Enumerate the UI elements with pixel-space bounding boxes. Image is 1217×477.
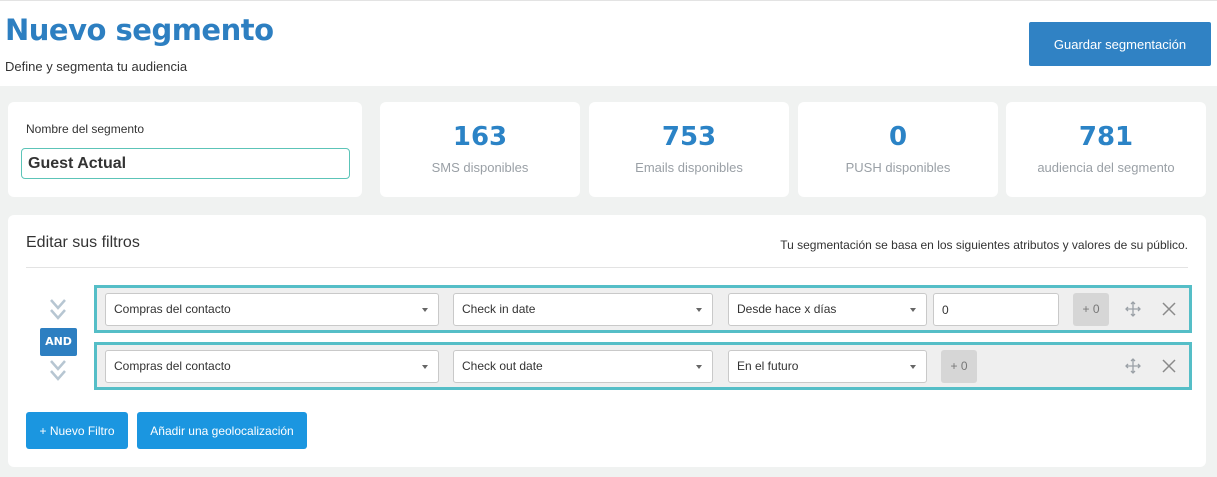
close-icon[interactable] — [1161, 301, 1177, 317]
stat-card-audience: 781 audiencia del segmento — [1006, 102, 1206, 197]
filter-attribute-select[interactable]: Check out date — [453, 350, 713, 383]
segment-name-label: Nombre del segmento — [26, 122, 145, 136]
chevron-down-icon — [50, 299, 66, 320]
and-connector-badge[interactable]: AND — [40, 328, 77, 356]
segment-name-input[interactable] — [21, 148, 350, 179]
page-header: Nuevo segmento Define y segmenta tu audi… — [0, 0, 1217, 86]
filter-operator-select[interactable]: Desde hace x días — [728, 293, 927, 326]
page-title: Nuevo segmento — [5, 13, 274, 47]
stat-card-push: 0 PUSH disponibles — [798, 102, 998, 197]
filter-row: Compras del contacto Check in date Desde… — [94, 285, 1192, 333]
add-geolocation-button[interactable]: Añadir una geolocalización — [137, 412, 307, 449]
select-value: Compras del contacto — [114, 302, 231, 316]
caret-down-icon — [910, 365, 916, 369]
add-condition-button[interactable]: + 0 — [1073, 293, 1109, 326]
page-subtitle: Define y segmenta tu audiencia — [5, 59, 188, 74]
stat-label: Emails disponibles — [635, 160, 743, 175]
select-value: Check in date — [462, 302, 536, 316]
move-icon[interactable] — [1125, 301, 1141, 317]
stat-label: audiencia del segmento — [1037, 160, 1175, 175]
divider — [26, 267, 1188, 268]
new-filter-button[interactable]: + Nuevo Filtro — [26, 412, 128, 449]
stat-label: PUSH disponibles — [845, 160, 951, 175]
stat-value: 163 — [452, 122, 508, 152]
filters-title: Editar sus filtros — [26, 234, 140, 251]
stat-card-sms: 163 SMS disponibles — [380, 102, 580, 197]
caret-down-icon — [910, 308, 916, 312]
caret-down-icon — [696, 365, 702, 369]
stat-value: 753 — [661, 122, 717, 152]
filter-attribute-select[interactable]: Check in date — [453, 293, 713, 326]
select-value: En el futuro — [737, 359, 799, 373]
stat-label: SMS disponibles — [431, 160, 529, 175]
stat-value: 0 — [888, 122, 908, 152]
stat-value: 781 — [1078, 122, 1134, 152]
filter-category-select[interactable]: Compras del contacto — [105, 350, 439, 383]
segment-name-card: Nombre del segmento — [8, 102, 362, 197]
save-segmentation-button[interactable]: Guardar segmentación — [1029, 22, 1211, 66]
filter-operator-select[interactable]: En el futuro — [728, 350, 927, 383]
caret-down-icon — [696, 308, 702, 312]
filter-row: Compras del contacto Check out date En e… — [94, 342, 1192, 390]
caret-down-icon — [422, 308, 428, 312]
caret-down-icon — [422, 365, 428, 369]
select-value: Desde hace x días — [737, 302, 837, 316]
select-value: Compras del contacto — [114, 359, 231, 373]
filters-card: Editar sus filtros Tu segmentación se ba… — [8, 215, 1206, 467]
filters-hint: Tu segmentación se basa en los siguiente… — [780, 238, 1188, 252]
move-icon[interactable] — [1125, 358, 1141, 374]
chevron-down-icon — [50, 360, 66, 381]
close-icon[interactable] — [1161, 358, 1177, 374]
stat-card-emails: 753 Emails disponibles — [589, 102, 789, 197]
select-value: Check out date — [462, 359, 543, 373]
filter-category-select[interactable]: Compras del contacto — [105, 293, 439, 326]
filter-value-input[interactable] — [933, 293, 1059, 326]
add-condition-button[interactable]: + 0 — [941, 350, 977, 383]
